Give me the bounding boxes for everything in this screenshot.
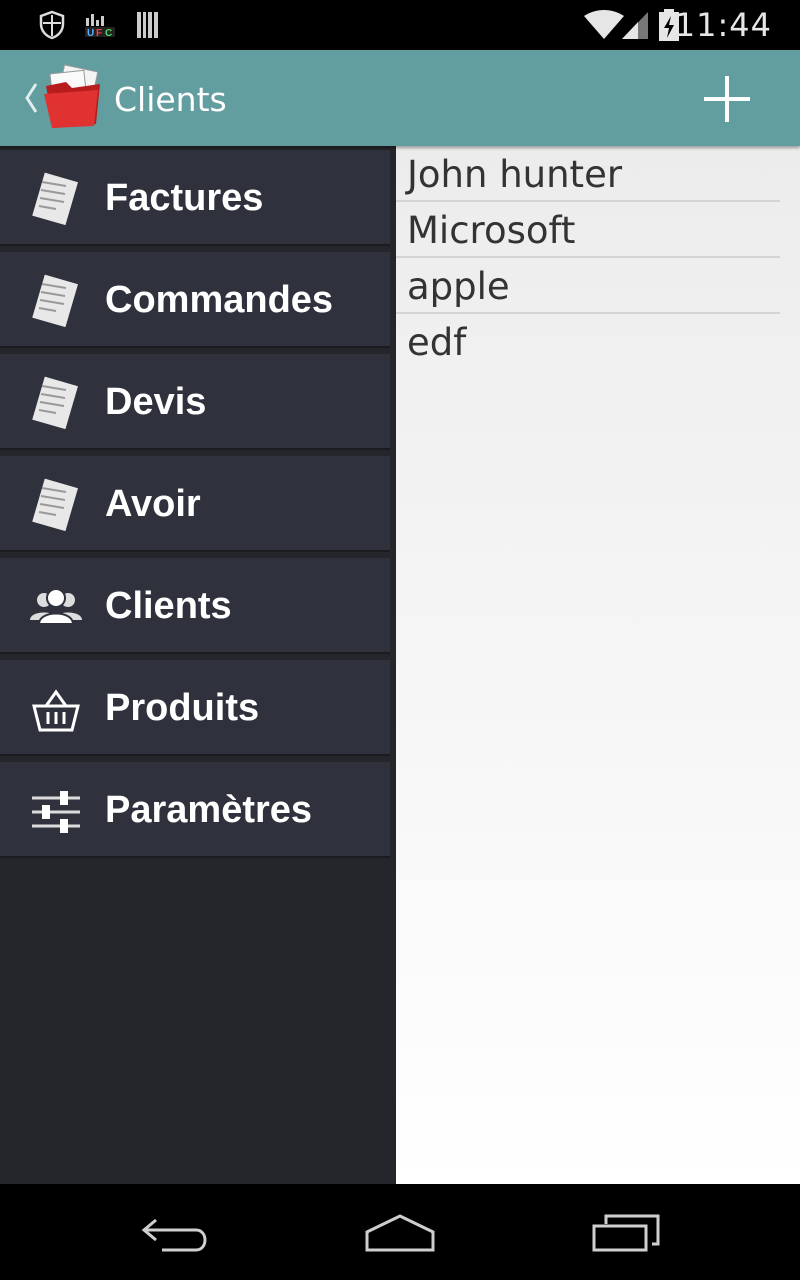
- back-icon[interactable]: [132, 1208, 222, 1258]
- recents-icon[interactable]: [580, 1208, 670, 1258]
- barcode-icon: [137, 12, 158, 38]
- wifi-icon: [584, 10, 624, 39]
- client-list: John hunter Microsoft apple edf: [396, 146, 800, 1184]
- svg-text:U: U: [87, 28, 94, 38]
- list-item[interactable]: Microsoft: [396, 202, 780, 258]
- drawer-item-label: Commandes: [105, 279, 334, 321]
- client-name: edf: [407, 321, 467, 364]
- page-title: Clients: [114, 80, 227, 119]
- svg-text:C: C: [105, 28, 112, 38]
- drawer-item-devis[interactable]: Devis: [0, 354, 390, 450]
- drawer-item-commandes[interactable]: Commandes: [0, 252, 390, 348]
- invoice-icon: [32, 376, 78, 430]
- drawer-item-label: Clients: [105, 585, 232, 627]
- list-item[interactable]: John hunter: [396, 146, 780, 202]
- client-name: Microsoft: [407, 209, 576, 252]
- svg-text:F: F: [96, 28, 102, 38]
- client-name: apple: [407, 265, 510, 308]
- list-item[interactable]: apple: [396, 258, 780, 314]
- people-icon: [30, 588, 82, 625]
- drawer-item-label: Factures: [105, 177, 264, 219]
- clock: 11:44: [674, 6, 772, 44]
- cell-signal-icon: [622, 12, 648, 39]
- drawer-item-produits[interactable]: Produits: [0, 660, 390, 756]
- sliders-icon: [32, 791, 80, 833]
- client-name: John hunter: [407, 153, 623, 196]
- list-item[interactable]: edf: [396, 314, 780, 370]
- navigation-bar: [0, 1184, 800, 1280]
- drawer-item-clients[interactable]: Clients: [0, 558, 390, 654]
- invoice-icon: [32, 274, 78, 328]
- basket-icon: [32, 689, 80, 732]
- invoice-icon: [32, 478, 78, 532]
- navigation-drawer: Factures Commandes Devis Avoir Clients P…: [0, 146, 396, 1184]
- drawer-item-label: Devis: [105, 381, 207, 423]
- drawer-item-avoir[interactable]: Avoir: [0, 456, 390, 552]
- drawer-item-label: Paramètres: [105, 789, 313, 831]
- add-icon[interactable]: [692, 64, 762, 134]
- action-bar: Clients: [0, 50, 800, 146]
- red-folder-icon[interactable]: [42, 64, 104, 130]
- status-bar: U F C 11:44: [0, 0, 800, 50]
- drawer-item-parametres[interactable]: Paramètres: [0, 762, 390, 858]
- drawer-item-factures[interactable]: Factures: [0, 150, 390, 246]
- shield-icon: [39, 10, 65, 40]
- ufc-app-icon: U F C: [85, 14, 115, 38]
- drawer-item-label: Avoir: [105, 483, 201, 525]
- invoice-icon: [32, 172, 78, 226]
- up-caret-icon[interactable]: [22, 80, 40, 116]
- home-icon[interactable]: [355, 1208, 445, 1258]
- drawer-item-label: Produits: [105, 687, 260, 729]
